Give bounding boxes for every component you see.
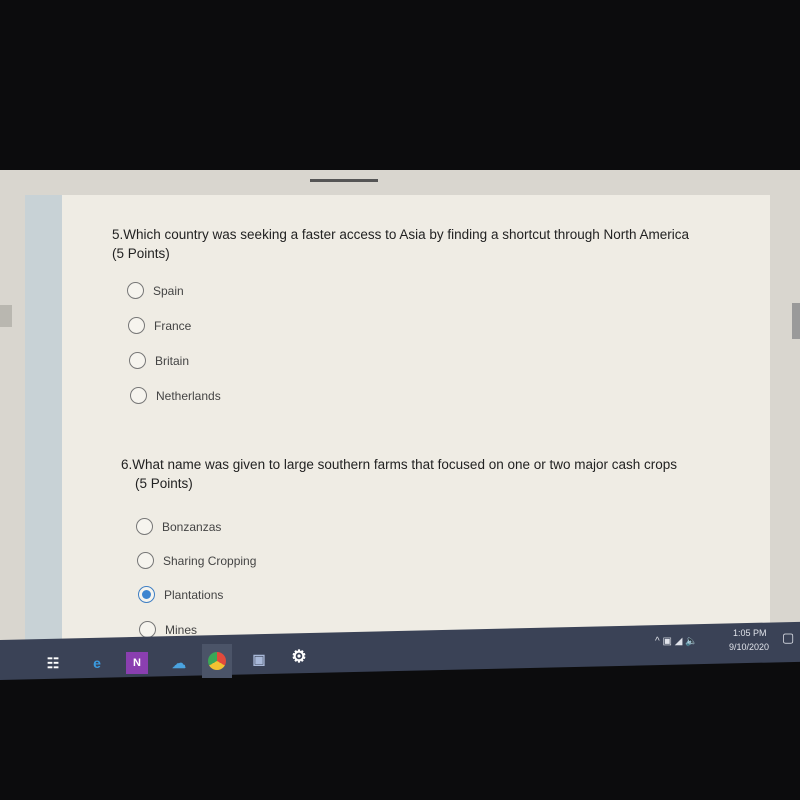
radio-button[interactable] xyxy=(139,621,156,638)
question-number: 5. xyxy=(112,227,124,242)
option-netherlands[interactable]: Netherlands xyxy=(130,387,221,404)
question-5: 5.Which country was seeking a faster acc… xyxy=(112,225,732,263)
camera-icon[interactable]: ▣ xyxy=(248,648,270,670)
radio-button[interactable] xyxy=(129,352,146,369)
tray-icons[interactable]: ^ ▣ ◢ 🔈 xyxy=(655,636,698,647)
option-spain[interactable]: Spain xyxy=(127,282,184,299)
option-label: Mines xyxy=(165,622,198,637)
option-label: Britain xyxy=(155,353,190,368)
option-bonzanzas[interactable]: Bonzanzas xyxy=(136,518,221,535)
onenote-icon[interactable]: N xyxy=(126,652,148,674)
edge-icon[interactable]: e xyxy=(86,652,108,674)
option-label: Plantations xyxy=(164,587,224,602)
option-label: France xyxy=(154,318,192,333)
question-text: What name was given to large southern fa… xyxy=(132,457,678,472)
scroll-arrow[interactable] xyxy=(792,303,800,339)
task-view-icon[interactable]: ☷ xyxy=(42,652,64,674)
clock-time[interactable]: 1:05 PM xyxy=(733,628,767,638)
option-label: Sharing Cropping xyxy=(163,553,257,568)
option-label: Bonzanzas xyxy=(162,519,222,534)
clock-date[interactable]: 9/10/2020 xyxy=(729,642,769,652)
question-text: Which country was seeking a faster acces… xyxy=(123,227,690,242)
question-6: 6.What name was given to large southern … xyxy=(121,455,721,493)
side-tab xyxy=(0,305,12,327)
option-plantations[interactable]: Plantations xyxy=(138,586,223,603)
option-france[interactable]: France xyxy=(128,317,191,334)
option-label: Spain xyxy=(153,283,184,298)
option-sharing-cropping[interactable]: Sharing Cropping xyxy=(137,552,256,569)
radio-button[interactable] xyxy=(127,282,144,299)
option-britain[interactable]: Britain xyxy=(129,352,189,369)
question-number: 6. xyxy=(121,457,133,472)
radio-button[interactable] xyxy=(137,552,154,569)
question-points: (5 Points) xyxy=(135,476,193,491)
question-points: (5 Points) xyxy=(112,246,170,261)
onedrive-icon[interactable]: ☁ xyxy=(168,652,190,674)
notification-icon[interactable]: ▢ xyxy=(782,630,794,646)
drag-handle[interactable] xyxy=(310,179,378,182)
radio-button[interactable] xyxy=(136,518,153,535)
settings-icon[interactable]: ⚙ xyxy=(288,646,310,668)
chrome-icon[interactable] xyxy=(202,644,232,678)
radio-button-selected[interactable] xyxy=(138,586,155,603)
option-label: Netherlands xyxy=(156,388,221,403)
radio-button[interactable] xyxy=(130,387,147,404)
radio-button[interactable] xyxy=(128,317,145,334)
